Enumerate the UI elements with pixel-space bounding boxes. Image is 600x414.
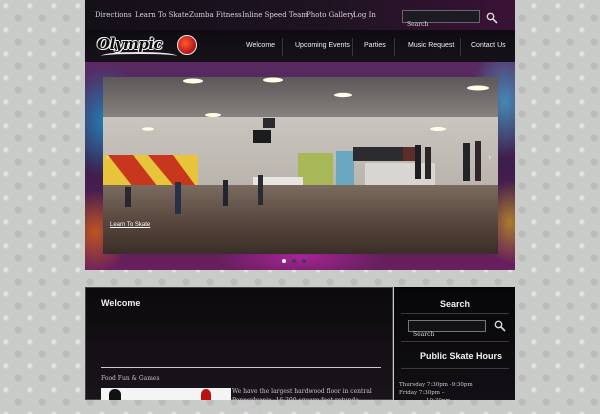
sidebar-search-input[interactable] — [409, 329, 485, 340]
skate-hours-list: Thursday 7:30pm -9:30pm Friday 7:30pm – … — [399, 381, 509, 405]
nav-divider — [282, 38, 283, 56]
nav-divider — [352, 38, 353, 56]
nav-upcoming-events[interactable]: Upcoming Events — [295, 42, 350, 49]
logo-badge-icon — [177, 35, 197, 55]
sidebar-hours-title: Public Skate Hours — [420, 351, 503, 361]
food-fun-games-image — [101, 388, 231, 400]
nav-divider — [394, 38, 395, 56]
hours-row: 10:30pm — [399, 397, 509, 405]
welcome-intro-text: We have the largest hardwood floor in ce… — [232, 387, 382, 414]
sidebar-divider — [401, 368, 509, 369]
top-link-login[interactable]: Log In — [353, 11, 376, 19]
nav-divider — [460, 38, 461, 56]
hours-time: 10:30pm — [426, 398, 451, 404]
slider-dot-active[interactable] — [282, 259, 286, 263]
top-link-zumba[interactable]: Zumba Fitness — [189, 11, 242, 19]
skater-graphic — [109, 389, 121, 400]
logo-swoosh — [101, 52, 177, 60]
sidebar-divider — [401, 313, 509, 314]
hours-time: 7:30pm -9:30pm — [426, 382, 473, 388]
hours-row: Thursday 7:30pm -9:30pm — [399, 381, 509, 389]
site-logo[interactable]: Olympic — [97, 34, 207, 64]
slide-image[interactable] — [103, 77, 498, 254]
magnifier-icon[interactable] — [486, 12, 498, 24]
top-search-field[interactable] — [402, 10, 480, 30]
section-label: Food Fun & Games — [101, 375, 160, 382]
nav-contact-us[interactable]: Contact Us — [471, 42, 506, 49]
slider-next-icon[interactable]: › — [488, 153, 492, 163]
top-link-speed-team[interactable]: Inline Speed Team — [242, 11, 308, 19]
hours-day: Thursday — [399, 382, 426, 388]
nav-music-request[interactable]: Music Request — [408, 42, 454, 49]
top-search-input[interactable] — [403, 19, 479, 30]
slide-caption-link[interactable]: Learn To Skate — [110, 222, 150, 228]
sidebar-divider — [401, 341, 509, 342]
magnifier-icon[interactable] — [494, 320, 506, 332]
intro-line: Pennsylvania. 16,200 square foot rotunda… — [232, 397, 359, 413]
hours-time: 7:30pm – — [418, 390, 445, 396]
nav-parties[interactable]: Parties — [364, 42, 386, 49]
logo-wordmark: Olympic — [97, 35, 163, 53]
skaters — [125, 141, 481, 214]
hours-day: Friday — [399, 390, 418, 396]
top-link-photo-gallery[interactable]: Photo Gallery — [306, 11, 354, 19]
top-link-directions[interactable]: Directions — [95, 11, 132, 19]
slider-dot[interactable] — [292, 259, 296, 263]
mascot-graphic — [201, 389, 211, 400]
hours-row: Friday 7:30pm – — [399, 389, 509, 397]
intro-line: We have the largest hardwood floor in ce… — [232, 388, 372, 395]
nav-welcome[interactable]: Welcome — [246, 42, 275, 49]
welcome-title: Welcome — [101, 298, 141, 308]
slider-dot[interactable] — [302, 259, 306, 263]
welcome-divider — [101, 367, 381, 368]
sidebar-search-title: Search — [440, 299, 471, 309]
sidebar-search-field[interactable] — [408, 320, 486, 340]
slider-prev-icon[interactable]: ‹ — [106, 153, 110, 163]
top-link-learn-to-skate[interactable]: Learn To Skate — [135, 11, 189, 19]
